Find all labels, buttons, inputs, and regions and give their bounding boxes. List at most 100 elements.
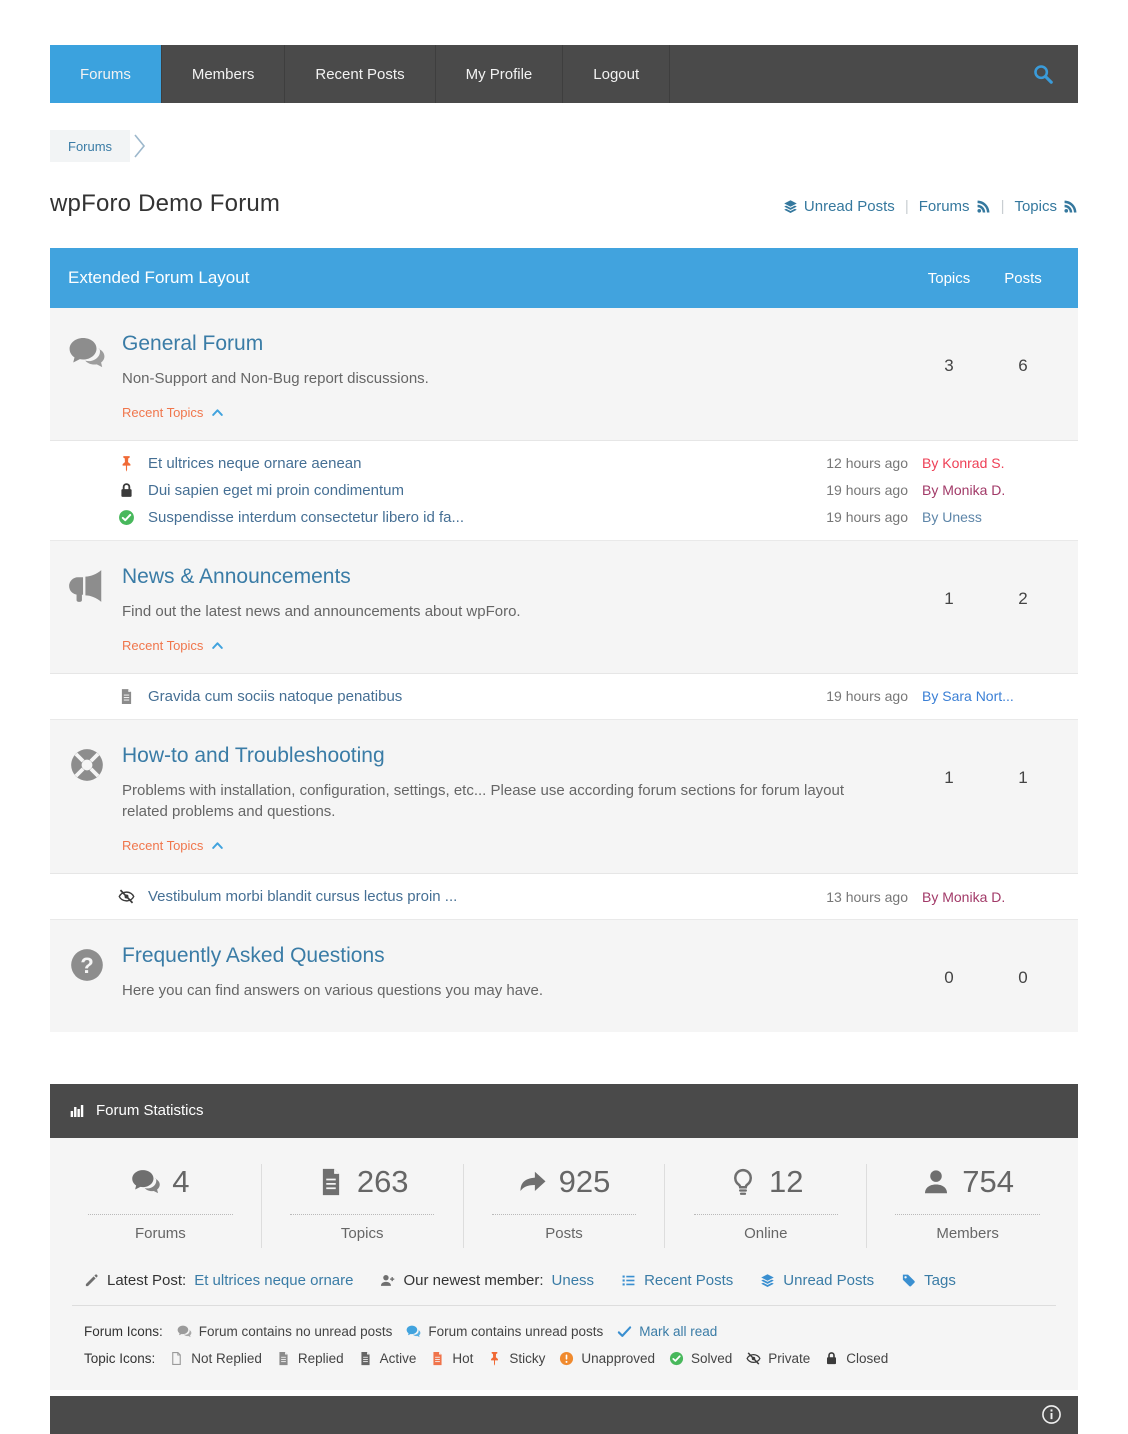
recent-topics-toggle[interactable]: Recent Topics [122, 405, 224, 420]
topic-title-link[interactable]: Gravida cum sociis natoque penatibus [148, 688, 788, 705]
forum-icon-box [68, 944, 122, 1002]
nav-tab-members-label: Members [192, 66, 255, 83]
doc-icon [316, 1167, 346, 1197]
layers-icon [760, 1273, 775, 1288]
legend-private: Private [746, 1351, 810, 1366]
topic-icons-legend: Topic Icons: Not Replied Replied Active … [84, 1345, 1044, 1372]
legend-unread-label: Forum contains unread posts [428, 1324, 603, 1339]
posts-count: 6 [986, 356, 1060, 376]
bullhorn-icon [68, 567, 106, 605]
topic-author-link[interactable]: By Sara Nort... [922, 688, 1078, 704]
legend-not-replied-label: Not Replied [191, 1351, 262, 1366]
topic-title-link[interactable]: Et ultrices neque ornare aenean [148, 455, 788, 472]
recent-topics-label: Recent Topics [122, 638, 203, 653]
list-icon [621, 1273, 636, 1288]
topics-count: 0 [912, 968, 986, 988]
forum-title-link[interactable]: News & Announcements [122, 565, 351, 589]
topic-title-link[interactable]: Vestibulum morbi blandit cursus lectus p… [148, 888, 788, 905]
legend-no-unread: Forum contains no unread posts [177, 1324, 393, 1339]
tags-link[interactable]: Tags [901, 1272, 956, 1289]
statistics-title: Forum Statistics [96, 1102, 204, 1119]
legend-hot-label: Hot [452, 1351, 473, 1366]
topic-author-link[interactable]: By Monika D. [922, 889, 1078, 905]
unread-posts-label: Unread Posts [783, 1272, 874, 1289]
forum-description: Find out the latest news and announcemen… [122, 601, 892, 623]
topic-author-link[interactable]: By Konrad S. [922, 455, 1078, 471]
topic-row: Suspendisse interdum consectetur libero … [50, 504, 1078, 531]
stat-online-label: Online [665, 1225, 866, 1242]
topics-rss-link[interactable]: Topics [1014, 198, 1078, 215]
exclamation-circle-icon [559, 1351, 574, 1366]
legend-unapproved-label: Unapproved [581, 1351, 655, 1366]
topic-icons-label: Topic Icons: [84, 1351, 155, 1366]
nav-tab-members[interactable]: Members [161, 45, 285, 103]
nav-tab-logout[interactable]: Logout [562, 45, 669, 103]
user-icon [921, 1167, 951, 1197]
legend-solved: Solved [669, 1351, 732, 1366]
link-separator: | [1001, 198, 1005, 215]
unread-posts-link-bottom[interactable]: Unread Posts [760, 1272, 874, 1289]
newest-member-link[interactable]: Uness [552, 1272, 595, 1289]
tags-label: Tags [924, 1272, 956, 1289]
forum-icon-box [68, 744, 122, 856]
forums-rss-link[interactable]: Forums [919, 198, 991, 215]
question-circle-icon [68, 946, 106, 984]
topic-title-link[interactable]: Dui sapien eget mi proin condimentum [148, 482, 788, 499]
recent-posts-link[interactable]: Recent Posts [621, 1272, 733, 1289]
mark-all-read-label: Mark all read [639, 1324, 717, 1339]
check-icon [617, 1324, 632, 1339]
recent-topics-label: Recent Topics [122, 838, 203, 853]
info-icon[interactable] [1041, 1404, 1062, 1425]
topic-row: Et ultrices neque ornare aenean 12 hours… [50, 450, 1078, 477]
forum-main: How-to and Troubleshooting Problems with… [122, 744, 912, 856]
forum-icon-box [68, 332, 122, 422]
forum-title-link[interactable]: Frequently Asked Questions [122, 944, 385, 968]
stat-posts-label: Posts [464, 1225, 665, 1242]
rss-icon [1063, 199, 1078, 214]
topic-row: Dui sapien eget mi proin condimentum 19 … [50, 477, 1078, 504]
stat-posts-value: 925 [559, 1164, 611, 1200]
nav-tab-recent-posts[interactable]: Recent Posts [284, 45, 434, 103]
forum-board: Extended Forum Layout Topics Posts Gener… [50, 248, 1078, 1032]
nav-spacer [669, 45, 1008, 103]
posts-count: 0 [986, 968, 1060, 988]
stat-online: 12 Online [665, 1164, 867, 1248]
forum-title-link[interactable]: General Forum [122, 332, 263, 356]
topic-time: 19 hours ago [788, 688, 908, 704]
dotted-rule [895, 1214, 1040, 1215]
user-plus-icon [380, 1273, 395, 1288]
topic-author-link[interactable]: By Uness [922, 509, 1078, 525]
search-button[interactable] [1008, 45, 1078, 103]
topic-title-link[interactable]: Suspendisse interdum consectetur libero … [148, 509, 788, 526]
topic-time: 12 hours ago [788, 455, 908, 471]
stat-topics-label: Topics [262, 1225, 463, 1242]
stat-members-label: Members [867, 1225, 1068, 1242]
nav-tab-forums[interactable]: Forums [50, 45, 161, 103]
recent-topics-toggle[interactable]: Recent Topics [122, 638, 224, 653]
topic-row: Vestibulum morbi blandit cursus lectus p… [50, 883, 1078, 910]
forum-main: Frequently Asked Questions Here you can … [122, 944, 912, 1002]
forum-row-howto: How-to and Troubleshooting Problems with… [50, 719, 1078, 874]
forum-title-link[interactable]: How-to and Troubleshooting [122, 744, 385, 768]
doc-orange-icon [430, 1351, 445, 1366]
forum-main: News & Announcements Find out the latest… [122, 565, 912, 655]
mark-all-read-link[interactable]: Mark all read [617, 1324, 717, 1339]
caret-up-icon [211, 639, 224, 652]
nav-tab-my-profile-label: My Profile [466, 66, 533, 83]
topic-author-link[interactable]: By Monika D. [922, 482, 1078, 498]
unread-posts-link[interactable]: Unread Posts [783, 198, 895, 215]
breadcrumb-item-forums[interactable]: Forums [50, 130, 130, 162]
layers-icon [783, 199, 798, 214]
closed-lock-icon [824, 1351, 839, 1366]
board-title: Extended Forum Layout [68, 268, 912, 288]
topic-time: 19 hours ago [788, 509, 908, 525]
forum-counts: 1 2 [912, 565, 1060, 655]
bottom-bar [50, 1396, 1078, 1434]
latest-post-link[interactable]: Et ultrices neque ornare [194, 1272, 353, 1289]
solved-check-icon [669, 1351, 684, 1366]
replied-doc-icon [118, 688, 135, 705]
forum-counts: 0 0 [912, 944, 1060, 1002]
nav-tab-my-profile[interactable]: My Profile [435, 45, 563, 103]
page: Forums Members Recent Posts My Profile L… [50, 45, 1078, 1434]
recent-topics-toggle[interactable]: Recent Topics [122, 838, 224, 853]
